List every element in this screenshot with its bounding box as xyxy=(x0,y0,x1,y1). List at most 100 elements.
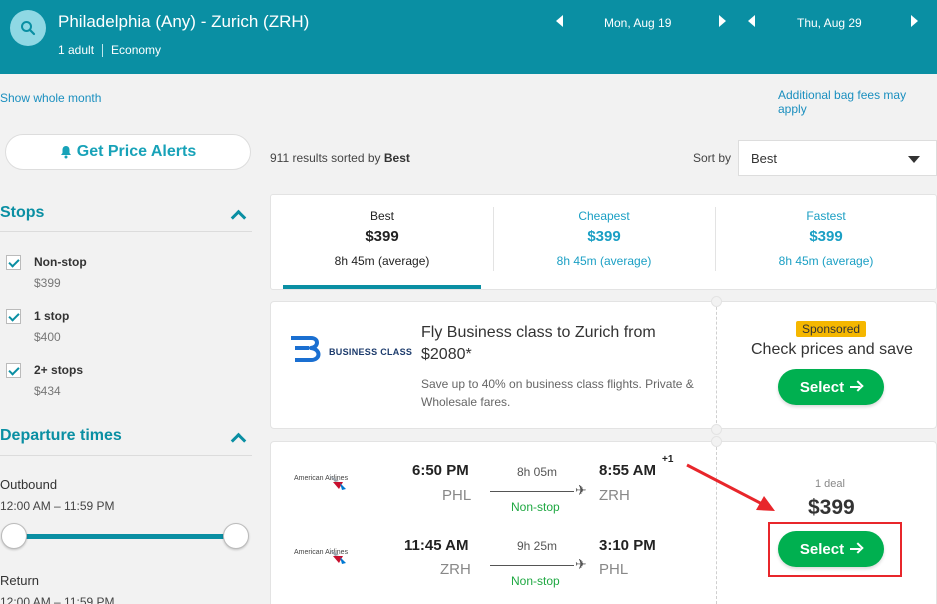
results-count: 911 results sorted by Best xyxy=(270,151,410,165)
tab-cheapest[interactable]: Cheapest $399 8h 45m (average) xyxy=(493,195,715,291)
stops-title[interactable]: Stops xyxy=(0,204,44,222)
tab-label: Cheapest xyxy=(578,209,630,223)
tab-price: $399 xyxy=(809,228,843,245)
depart-prev-day-icon[interactable] xyxy=(556,15,563,27)
outbound-slider-end-handle[interactable] xyxy=(223,523,249,549)
sponsored-cta-text: Check prices and save xyxy=(751,341,913,358)
results-sorted-by: Best xyxy=(383,151,410,165)
stop-label: 1 stop xyxy=(34,309,70,323)
meta-divider xyxy=(102,43,104,57)
outbound-depart-airport: PHL xyxy=(442,487,472,504)
plane-icon: ✈ xyxy=(575,482,587,498)
tab-best[interactable]: Best $399 8h 45m (average) xyxy=(271,195,493,291)
stops-collapse-chevron-icon[interactable] xyxy=(230,209,247,226)
outbound-duration: 8h 05m xyxy=(517,465,558,479)
search-icon xyxy=(21,21,36,36)
sort-select[interactable]: Best xyxy=(738,140,937,176)
depart-next-day-icon[interactable] xyxy=(719,15,726,27)
outbound-depart-time: 6:50 PM xyxy=(412,462,469,479)
sort-by-label: Sort by xyxy=(693,151,732,165)
inbound-flight-line xyxy=(490,565,574,566)
inbound-depart-airport: ZRH xyxy=(440,561,471,578)
inbound-duration: 9h 25m xyxy=(517,539,558,553)
stop-price: $400 xyxy=(34,330,61,344)
tab-price: $399 xyxy=(587,228,621,245)
plane-icon: ✈ xyxy=(575,556,587,572)
sponsored-description: Save up to 40% on business class flights… xyxy=(421,377,694,409)
stop-label: Non-stop xyxy=(34,255,87,269)
sponsored-badge: Sponsored xyxy=(796,321,867,337)
caret-down-icon xyxy=(908,156,920,163)
outbound-arrive-time: 8:55 AM xyxy=(599,462,656,479)
price-alerts-button[interactable]: Get Price Alerts xyxy=(5,134,251,170)
card-divider xyxy=(716,302,717,428)
deal-count: 1 deal xyxy=(815,478,845,490)
checkbox[interactable] xyxy=(6,363,21,378)
trip-meta[interactable]: 1 adult Economy xyxy=(58,43,161,57)
sort-select-value: Best xyxy=(751,151,778,166)
card-notch xyxy=(711,296,722,307)
stop-filter-nonstop[interactable]: Non-stop $399 xyxy=(0,255,250,305)
tab-duration: 8h 45m (average) xyxy=(778,254,874,268)
outbound-slider-start-handle[interactable] xyxy=(1,523,27,549)
tab-fastest[interactable]: Fastest $399 8h 45m (average) xyxy=(715,195,937,291)
cabin-class: Economy xyxy=(111,43,162,57)
tab-label: Fastest xyxy=(806,209,846,223)
inbound-stops: Non-stop xyxy=(511,574,560,588)
departure-times-title[interactable]: Departure times xyxy=(0,427,122,445)
tab-duration: 8h 45m (average) xyxy=(334,254,430,268)
stop-price: $434 xyxy=(34,384,61,398)
arrow-right-icon xyxy=(850,381,862,393)
sponsor-brand-name: BUSINESS CLASS xyxy=(329,347,413,357)
tab-label: Best xyxy=(369,209,394,223)
american-airlines-logo-icon xyxy=(329,475,346,490)
divider xyxy=(0,455,252,456)
stop-label: 2+ stops xyxy=(34,363,84,377)
search-button[interactable] xyxy=(10,10,46,46)
stop-filter-1-stop[interactable]: 1 stop $400 xyxy=(0,309,250,359)
american-airlines-logo-icon xyxy=(329,549,346,564)
outbound-slider-track[interactable] xyxy=(14,534,236,539)
day-offset: +1 xyxy=(662,454,674,465)
outbound-label: Outbound xyxy=(0,477,58,492)
departure-collapse-chevron-icon[interactable] xyxy=(230,432,247,449)
bag-fees-link[interactable]: Additional bag fees may apply xyxy=(778,88,937,116)
inbound-depart-time: 11:45 AM xyxy=(404,537,469,554)
card-notch xyxy=(711,424,722,435)
bell-icon xyxy=(60,146,71,159)
outbound-range: 12:00 AM – 11:59 PM xyxy=(0,499,115,513)
inbound-arrive-time: 3:10 PM xyxy=(599,537,656,554)
active-tab-indicator xyxy=(283,285,481,289)
route-title[interactable]: Philadelphia (Any) - Zurich (ZRH) xyxy=(58,12,309,32)
return-range: 12:00 AM – 11:59 PM xyxy=(0,595,115,604)
checkbox[interactable] xyxy=(6,309,21,324)
depart-date[interactable]: Mon, Aug 19 xyxy=(604,16,671,30)
return-next-day-icon[interactable] xyxy=(911,15,918,27)
card-notch xyxy=(711,436,722,447)
annotation-highlight-box xyxy=(768,522,902,577)
outbound-arrive-airport: ZRH xyxy=(599,487,630,504)
tab-duration: 8h 45m (average) xyxy=(556,254,652,268)
sort-tabs: Best $399 8h 45m (average) Cheapest $399… xyxy=(270,194,937,290)
select-label: Select xyxy=(799,378,845,396)
outbound-stops: Non-stop xyxy=(511,500,560,514)
return-prev-day-icon[interactable] xyxy=(748,15,755,27)
flight-price: $399 xyxy=(808,496,855,519)
outbound-flight-line xyxy=(490,491,574,492)
price-alerts-label: Get Price Alerts xyxy=(76,143,197,160)
annotation-arrow-icon xyxy=(686,463,775,511)
search-header: Philadelphia (Any) - Zurich (ZRH) 1 adul… xyxy=(0,0,937,74)
results-count-text: 911 results sorted by xyxy=(270,151,381,165)
inbound-arrive-airport: PHL xyxy=(599,561,629,578)
divider xyxy=(0,231,252,232)
return-date[interactable]: Thu, Aug 29 xyxy=(797,16,862,30)
sponsored-headline[interactable]: Fly Business class to Zurich from $2080* xyxy=(421,322,701,366)
return-label: Return xyxy=(0,573,40,588)
passenger-count: 1 adult xyxy=(58,43,95,57)
sponsored-select-button[interactable]: Select xyxy=(778,369,884,405)
tab-price: $399 xyxy=(365,228,399,245)
show-whole-month-link[interactable]: Show whole month xyxy=(0,91,101,105)
checkbox[interactable] xyxy=(6,255,21,270)
stop-filter-2-plus-stops[interactable]: 2+ stops $434 xyxy=(0,363,250,413)
stop-price: $399 xyxy=(34,276,61,290)
